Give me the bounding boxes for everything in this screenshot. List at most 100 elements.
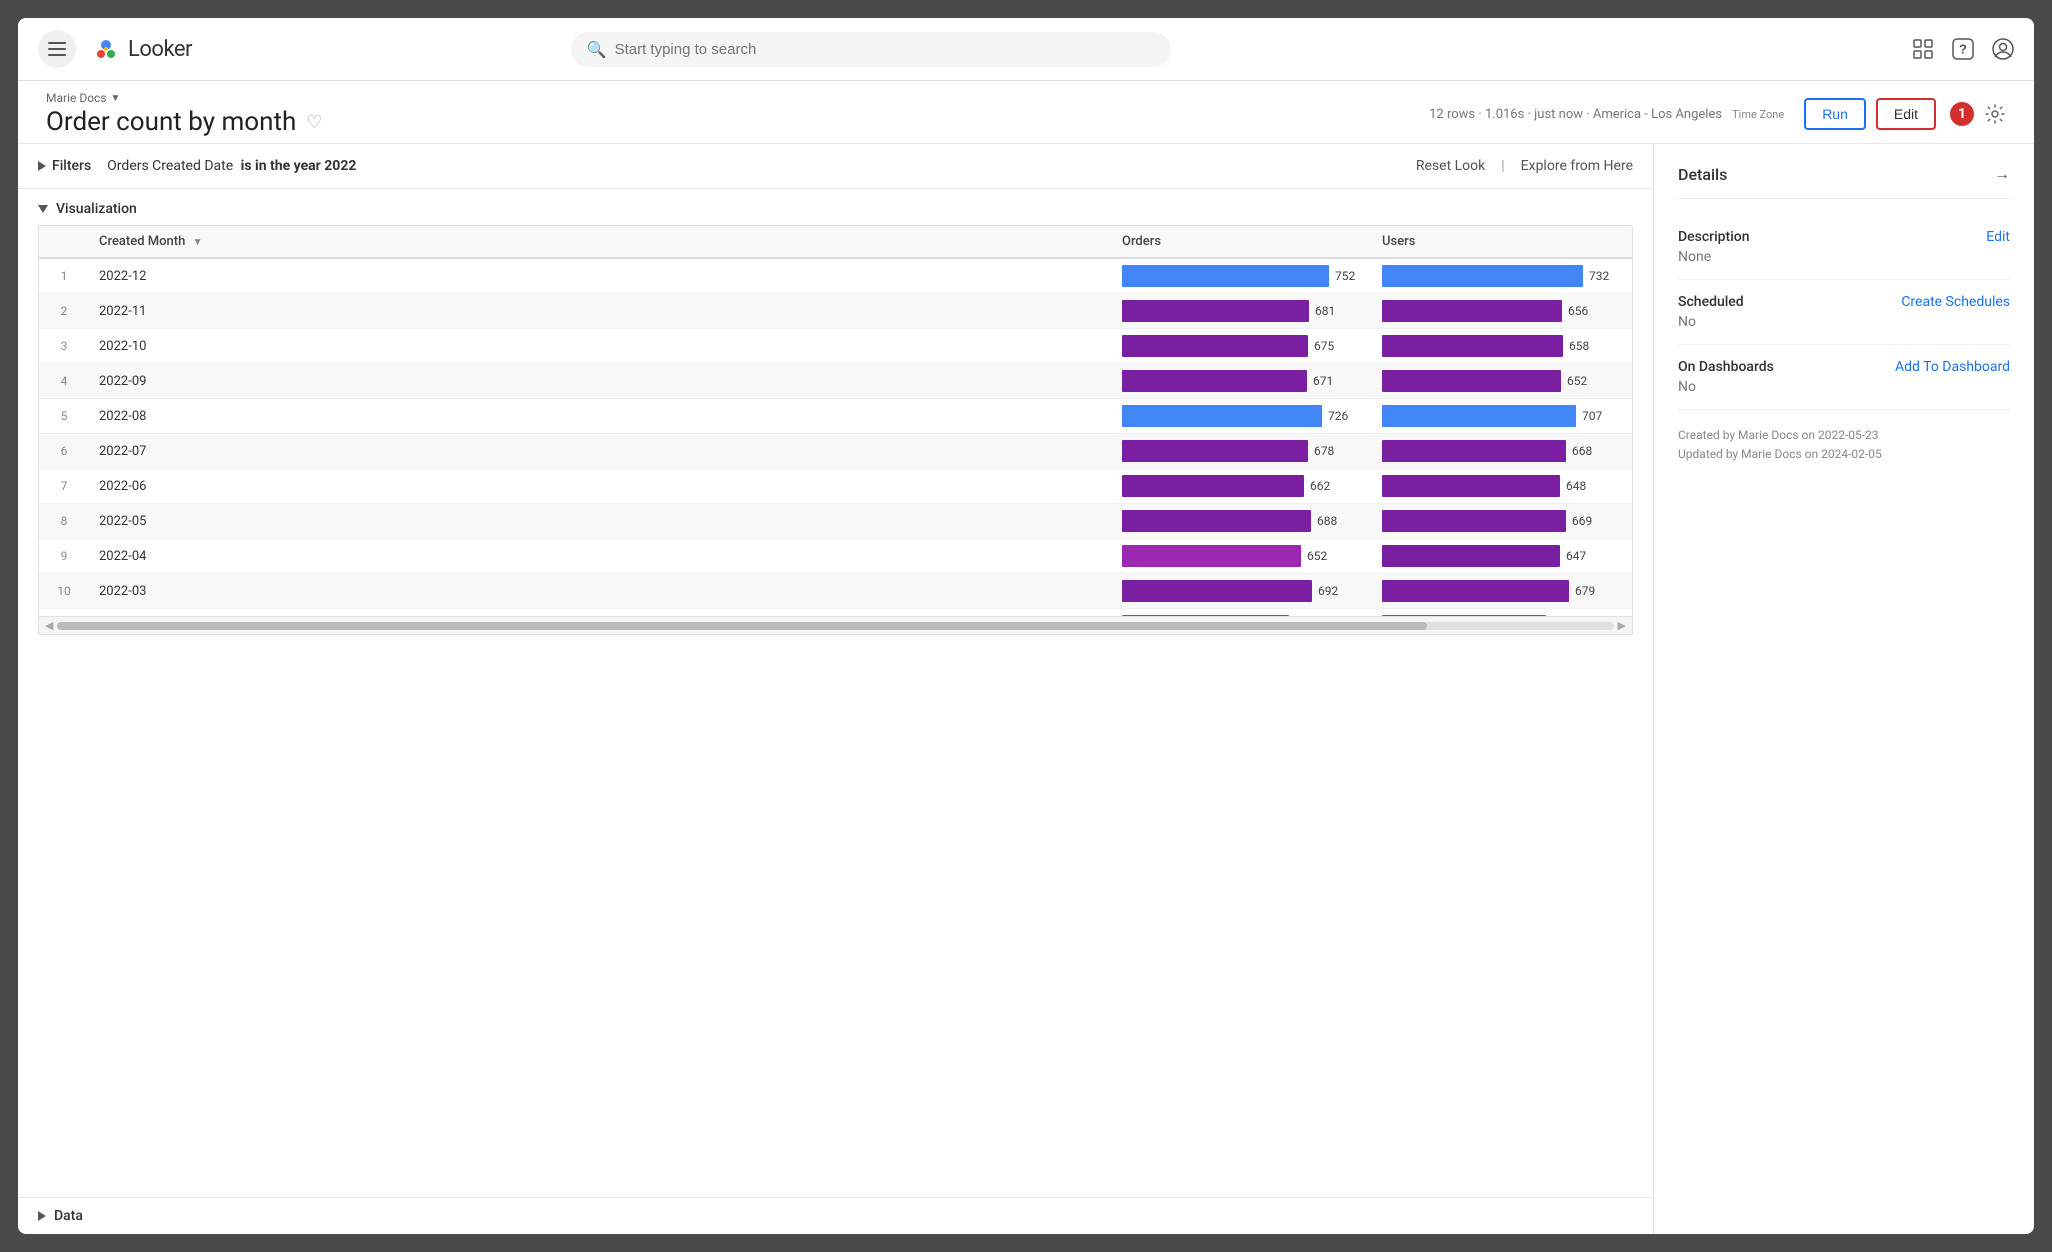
- breadcrumb[interactable]: Marie Docs ▼: [46, 91, 322, 105]
- dashboards-label: On Dashboards: [1678, 359, 1774, 375]
- meta-footer: Created by Marie Docs on 2022-05-23 Upda…: [1678, 410, 2010, 464]
- updated-text: Updated by Marie Docs on 2024-02-05: [1678, 445, 2010, 464]
- table-row: 9 2022-04 652 647: [39, 539, 1632, 574]
- row-number: 10: [39, 574, 89, 609]
- breadcrumb-label: Marie Docs: [46, 91, 107, 105]
- data-section: Data: [18, 1197, 1653, 1234]
- cell-users: 658: [1372, 329, 1632, 364]
- table-scroll-area[interactable]: Created Month ▼ Orders Users: [39, 226, 1632, 616]
- edit-button[interactable]: Edit: [1876, 98, 1936, 130]
- cell-users: 652: [1372, 364, 1632, 399]
- help-button[interactable]: ?: [1952, 38, 1974, 60]
- user-profile-button[interactable]: [1992, 38, 2014, 60]
- favorite-icon[interactable]: ♡: [306, 112, 322, 133]
- explore-from-here-link[interactable]: Explore from Here: [1521, 158, 1633, 174]
- row-number: 4: [39, 364, 89, 399]
- col-header-users[interactable]: Users: [1372, 226, 1632, 258]
- table-row: 6 2022-07 678 668: [39, 434, 1632, 469]
- cell-users: 668: [1372, 434, 1632, 469]
- sort-icon: ▼: [193, 237, 203, 248]
- cell-orders: 662: [1112, 469, 1372, 504]
- cell-month: 2022-07: [89, 434, 1112, 469]
- description-row: Description Edit None: [1678, 215, 2010, 280]
- filter-description: Orders Created Date is in the year 2022: [107, 158, 356, 174]
- cell-month: 2022-06: [89, 469, 1112, 504]
- row-number: 7: [39, 469, 89, 504]
- cell-month: 2022-11: [89, 294, 1112, 329]
- cell-orders: 692: [1112, 574, 1372, 609]
- details-navigate-icon[interactable]: →: [1994, 164, 2010, 184]
- filters-expand-icon: [38, 161, 46, 171]
- filter-qualifier: is in the year 2022: [241, 158, 357, 174]
- filters-toggle[interactable]: Filters: [38, 158, 91, 174]
- row-number: 6: [39, 434, 89, 469]
- cell-users: 647: [1372, 539, 1632, 574]
- cell-month: 2022-08: [89, 399, 1112, 434]
- row-number: 1: [39, 258, 89, 294]
- reset-look-link[interactable]: Reset Look: [1416, 158, 1485, 174]
- cell-month: 2022-10: [89, 329, 1112, 364]
- table-row: 11 2022-02 608 597: [39, 609, 1632, 617]
- breadcrumb-chevron-icon: ▼: [111, 93, 121, 104]
- cell-orders: 688: [1112, 504, 1372, 539]
- cell-month: 2022-09: [89, 364, 1112, 399]
- cell-orders: 675: [1112, 329, 1372, 364]
- col-header-orders[interactable]: Orders: [1112, 226, 1372, 258]
- cell-month: 2022-03: [89, 574, 1112, 609]
- filter-actions: Reset Look | Explore from Here: [1416, 158, 1633, 174]
- visualization-expand-icon: [38, 205, 48, 213]
- top-navigation: Looker 🔍 ?: [18, 18, 2034, 81]
- table-row: 2 2022-11 681 656: [39, 294, 1632, 329]
- hamburger-button[interactable]: [38, 30, 76, 68]
- visualization-section: Visualization Created Month ▼: [18, 189, 1653, 1197]
- cell-users: 656: [1372, 294, 1632, 329]
- settings-button[interactable]: [1984, 103, 2006, 125]
- data-toggle[interactable]: Data: [38, 1208, 1633, 1224]
- row-number: 3: [39, 329, 89, 364]
- col-header-month[interactable]: Created Month ▼: [89, 226, 1112, 258]
- run-button[interactable]: Run: [1804, 98, 1866, 130]
- page-title: Order count by month: [46, 107, 296, 137]
- logo-text: Looker: [128, 37, 192, 62]
- main-content: Filters Orders Created Date is in the ye…: [18, 144, 2034, 1234]
- breadcrumb-area: Marie Docs ▼ Order count by month ♡: [46, 91, 322, 137]
- visualization-label: Visualization: [56, 201, 137, 217]
- action-buttons: Run Edit 1: [1804, 98, 2006, 130]
- row-number: 5: [39, 399, 89, 434]
- badge-1: 1: [1950, 102, 1974, 126]
- marketplace-button[interactable]: [1912, 38, 1934, 60]
- description-label: Description: [1678, 229, 1750, 245]
- row-number: 9: [39, 539, 89, 574]
- looker-logo-icon: [92, 35, 120, 63]
- cell-month: 2022-12: [89, 258, 1112, 294]
- row-number: 8: [39, 504, 89, 539]
- left-panel: Filters Orders Created Date is in the ye…: [18, 144, 1654, 1234]
- row-number: 2: [39, 294, 89, 329]
- visualization-toggle[interactable]: Visualization: [38, 189, 1633, 225]
- add-to-dashboard-link[interactable]: Add To Dashboard: [1895, 359, 2010, 375]
- scheduled-value: No: [1678, 314, 2010, 330]
- filter-separator: |: [1501, 158, 1504, 174]
- logo[interactable]: Looker: [92, 35, 192, 63]
- cell-users: 732: [1372, 258, 1632, 294]
- table-row: 7 2022-06 662 648: [39, 469, 1632, 504]
- row-number: 11: [39, 609, 89, 617]
- cell-orders: 678: [1112, 434, 1372, 469]
- description-edit-link[interactable]: Edit: [1986, 229, 2010, 245]
- col-header-num: [39, 226, 89, 258]
- create-schedules-link[interactable]: Create Schedules: [1901, 294, 2010, 310]
- created-text: Created by Marie Docs on 2022-05-23: [1678, 426, 2010, 445]
- meta-text: 12 rows · 1.016s · just now · America - …: [1429, 107, 1722, 122]
- cell-orders: 608: [1112, 609, 1372, 617]
- details-title: Details: [1678, 165, 1727, 184]
- cell-month: 2022-05: [89, 504, 1112, 539]
- cell-month: 2022-02: [89, 609, 1112, 617]
- dashboards-row: On Dashboards Add To Dashboard No: [1678, 345, 2010, 410]
- filters-label: Filters: [52, 158, 91, 174]
- search-input[interactable]: [615, 41, 1155, 58]
- description-value: None: [1678, 249, 2010, 265]
- data-table: Created Month ▼ Orders Users: [39, 226, 1632, 616]
- cell-month: 2022-04: [89, 539, 1112, 574]
- filter-field: Orders Created Date: [107, 158, 233, 174]
- nav-right-icons: ?: [1912, 38, 2014, 60]
